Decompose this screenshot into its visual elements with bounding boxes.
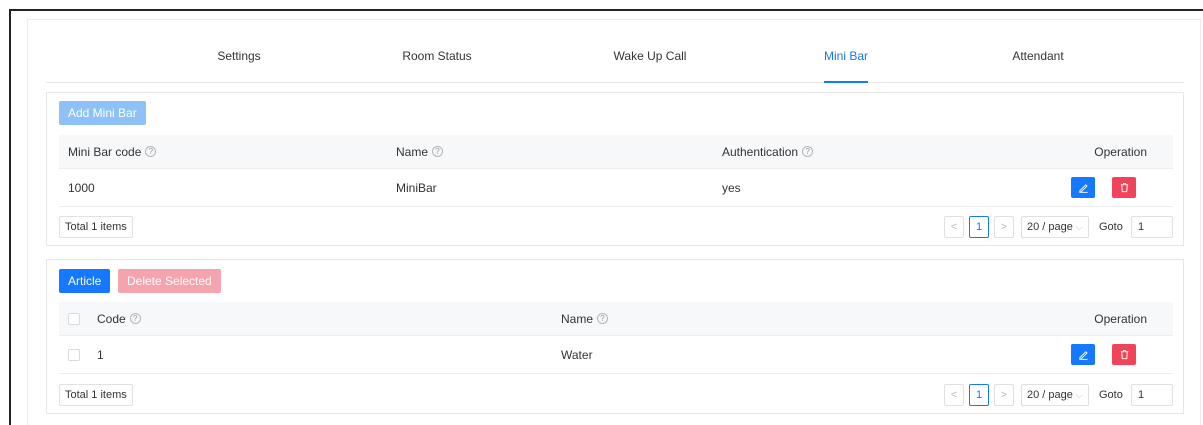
tab-mini-bar[interactable]: Mini Bar — [824, 49, 868, 63]
pencil-icon — [1078, 351, 1088, 360]
article-table-header: Code ? Name ? Operation — [59, 302, 1173, 336]
cell-code: 1 — [97, 347, 104, 362]
minibar-table-header: Mini Bar code ? Name ? Authentication ? … — [59, 135, 1173, 169]
select-all-checkbox[interactable] — [68, 312, 80, 325]
cell-authentication: yes — [722, 180, 741, 195]
column-header-name-label: Name — [561, 311, 594, 326]
question-circle-icon[interactable]: ? — [597, 313, 609, 324]
column-header-authentication: Authentication ? — [722, 135, 814, 168]
total-items: Total 1 items — [59, 384, 133, 406]
add-mini-bar-button[interactable]: Add Mini Bar — [59, 101, 146, 125]
column-header-operation: Operation — [1094, 311, 1147, 326]
pencil-icon — [1078, 184, 1088, 193]
column-header-code: Mini Bar code ? — [68, 135, 157, 168]
column-header-operation: Operation — [1094, 144, 1147, 159]
next-page-button[interactable]: > — [994, 384, 1014, 406]
page-size-select[interactable]: 20 / page ⌵ — [1021, 384, 1089, 406]
goto-label: Goto — [1099, 389, 1123, 401]
active-tab-indicator — [824, 81, 868, 83]
minibar-table-footer: Total 1 items < 1 > 20 / page ⌵ Goto 1 — [59, 216, 1173, 238]
goto-label: Goto — [1099, 221, 1123, 233]
tab-attendant[interactable]: Attendant — [1012, 49, 1063, 63]
article-panel: Article Delete Selected Code ? Name ? Op… — [46, 259, 1184, 414]
minibar-panel: Add Mini Bar Mini Bar code ? Name ? Auth… — [46, 92, 1184, 246]
prev-page-button[interactable]: < — [944, 216, 964, 238]
cell-name: Water — [561, 347, 593, 362]
next-page-button[interactable]: > — [994, 216, 1014, 238]
column-header-code-label: Mini Bar code — [68, 144, 142, 159]
page-size-value: 20 / page — [1027, 221, 1073, 233]
tab-room-status[interactable]: Room Status — [402, 49, 471, 63]
main-card: Settings Room Status Wake Up Call Mini B… — [27, 19, 1201, 425]
total-items: Total 1 items — [59, 216, 133, 238]
column-header-code: Code ? — [97, 302, 141, 335]
column-header-name-label: Name — [396, 144, 429, 159]
question-circle-icon[interactable]: ? — [802, 146, 814, 157]
goto-page-input[interactable]: 1 — [1131, 216, 1173, 238]
delete-button[interactable] — [1112, 177, 1136, 198]
article-button[interactable]: Article — [59, 269, 111, 293]
table-row: 1 Water — [59, 336, 1173, 374]
article-table-footer: Total 1 items < 1 > 20 / page ⌵ Goto 1 — [59, 384, 1173, 406]
prev-page-button[interactable]: < — [944, 384, 964, 406]
question-circle-icon[interactable]: ? — [432, 146, 444, 157]
table-row: 1000 MiniBar yes — [59, 169, 1173, 207]
delete-button[interactable] — [1112, 344, 1136, 365]
row-checkbox[interactable] — [68, 348, 80, 361]
question-circle-icon[interactable]: ? — [129, 313, 141, 324]
question-circle-icon[interactable]: ? — [145, 146, 157, 157]
page-1-button[interactable]: 1 — [969, 384, 989, 406]
column-header-name: Name ? — [396, 135, 444, 168]
page-size-select[interactable]: 20 / page ⌵ — [1021, 216, 1089, 238]
trash-icon — [1120, 350, 1128, 360]
edit-button[interactable] — [1071, 177, 1095, 198]
page-size-value: 20 / page — [1027, 389, 1073, 401]
goto-page-input[interactable]: 1 — [1131, 384, 1173, 406]
column-header-code-label: Code — [97, 311, 126, 326]
chevron-down-icon: ⌵ — [1075, 221, 1083, 232]
chevron-down-icon: ⌵ — [1075, 389, 1083, 400]
app-window: Settings Room Status Wake Up Call Mini B… — [9, 9, 1203, 425]
trash-icon — [1120, 183, 1128, 193]
edit-button[interactable] — [1071, 344, 1095, 365]
column-header-name: Name ? — [561, 302, 609, 335]
tab-settings[interactable]: Settings — [217, 49, 260, 63]
cell-code: 1000 — [68, 180, 95, 195]
tab-wake-up-call[interactable]: Wake Up Call — [614, 49, 687, 63]
column-header-auth-label: Authentication — [722, 144, 799, 159]
delete-selected-button[interactable]: Delete Selected — [118, 269, 221, 293]
page-1-button[interactable]: 1 — [969, 216, 989, 238]
tab-bar: Settings Room Status Wake Up Call Mini B… — [46, 20, 1184, 83]
cell-name: MiniBar — [396, 180, 437, 195]
